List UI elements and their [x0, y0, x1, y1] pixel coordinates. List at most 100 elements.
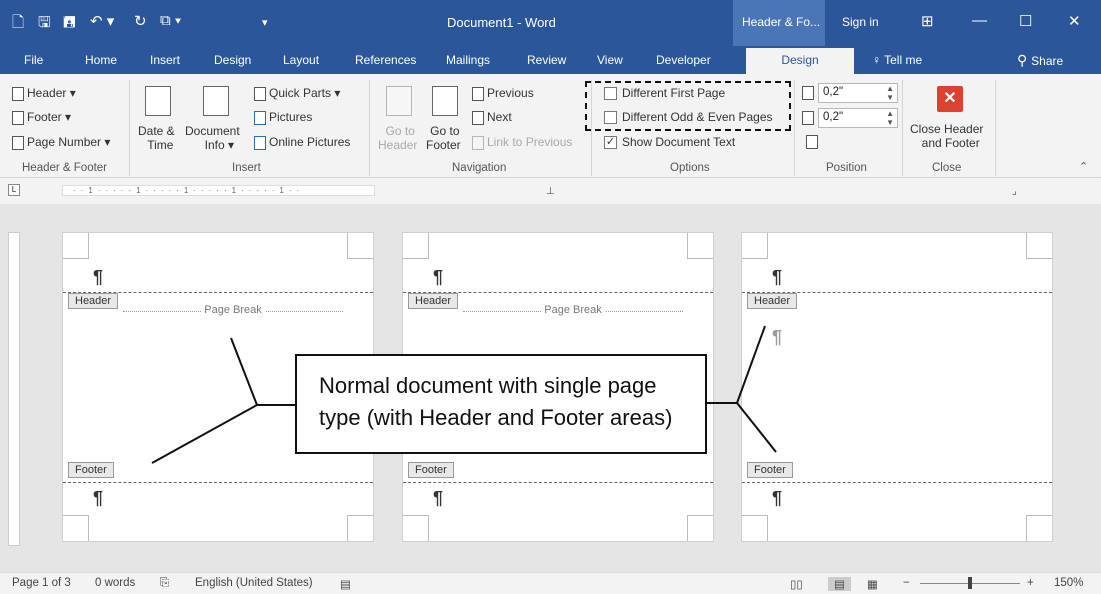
online-pictures-button[interactable]: Online Pictures: [254, 135, 350, 150]
document-info-icon: [203, 86, 229, 116]
tab-references[interactable]: References: [355, 53, 416, 67]
proofing-icon[interactable]: ⎘: [160, 577, 169, 590]
ribbon-divider: [902, 80, 903, 176]
tab-mailings[interactable]: Mailings: [446, 53, 490, 67]
print-layout-icon[interactable]: ▤: [828, 577, 851, 591]
paragraph-mark-icon: ¶: [772, 327, 783, 347]
callout-line-2: type (with Header and Footer areas): [319, 405, 673, 430]
share-button[interactable]: ⚲ Share: [1017, 52, 1063, 69]
insert-alignment-tab-icon[interactable]: [806, 135, 818, 149]
tab-header-footer-design[interactable]: Design: [746, 48, 854, 74]
previous-icon: [472, 86, 484, 101]
margin-corner: [347, 233, 373, 259]
tab-selector-icon[interactable]: L: [8, 184, 20, 196]
margin-corner: [742, 515, 768, 541]
spinner-arrows-icon[interactable]: ▲ ▼: [886, 84, 894, 102]
zoom-level[interactable]: 150%: [1054, 577, 1083, 589]
go-to-footer-button[interactable]: Go to Footer: [426, 124, 461, 152]
touch-mode-icon[interactable]: ⧉ ▾: [160, 12, 181, 29]
margin-corner: [63, 515, 89, 541]
minimize-button[interactable]: —: [972, 12, 987, 29]
close-header-footer-button[interactable]: Close Header and Footer: [910, 122, 983, 150]
tab-view[interactable]: View: [597, 53, 623, 67]
tab-developer[interactable]: Developer: [656, 53, 711, 67]
new-document-icon[interactable]: 🗋: [12, 12, 24, 37]
header-from-top-spinner[interactable]: 0,2" ▲ ▼: [818, 83, 898, 103]
collapse-ribbon-icon[interactable]: ⌃: [1079, 160, 1088, 173]
read-mode-icon[interactable]: ▯▯: [790, 577, 803, 591]
macro-recording-icon[interactable]: ▤: [340, 577, 351, 591]
ribbon-divider: [794, 80, 795, 176]
undo-icon[interactable]: ↶ ▾: [90, 12, 114, 30]
previous-label: Previous: [487, 86, 534, 100]
pictures-button[interactable]: Pictures: [254, 110, 312, 125]
tab-insert[interactable]: Insert: [150, 53, 180, 67]
document-info-label-1: Document: [185, 124, 240, 138]
zoom-in-icon[interactable]: +: [1027, 577, 1034, 589]
footer-tag: Footer: [68, 462, 114, 478]
footer-from-bottom-spinner[interactable]: 0,2" ▲ ▼: [818, 108, 898, 128]
quick-parts-label: Quick Parts ▾: [269, 86, 341, 100]
zoom-slider-thumb[interactable]: [968, 577, 972, 589]
link-to-previous-button[interactable]: Link to Previous: [472, 135, 572, 150]
tab-home[interactable]: Home: [85, 53, 117, 67]
context-tab-label: Header & Fo...: [733, 0, 825, 46]
redo-icon[interactable]: ↻: [134, 12, 147, 30]
save-icon[interactable]: 🖫: [38, 12, 51, 37]
footer-label: Footer ▾: [27, 110, 72, 124]
center-tab-marker-icon[interactable]: ⊥: [546, 186, 555, 197]
page-break-label: Page Break: [201, 304, 265, 316]
next-button[interactable]: Next: [472, 110, 512, 125]
date-time-button[interactable]: Date & Time: [138, 124, 175, 152]
tab-file[interactable]: File: [24, 53, 43, 67]
calendar-icon: [145, 86, 171, 116]
go-to-header-label-2: Header: [378, 138, 418, 152]
document-page[interactable]: ¶ Header ¶ Footer ¶: [741, 232, 1053, 542]
sign-in-link[interactable]: Sign in: [842, 15, 879, 29]
close-button[interactable]: ✕: [1068, 12, 1081, 30]
page-count[interactable]: Page 1 of 3: [12, 577, 71, 589]
tab-design[interactable]: Design: [214, 53, 251, 67]
tell-me-search[interactable]: ♀ Tell me: [872, 53, 922, 67]
ribbon-display-icon[interactable]: ⊞: [921, 12, 934, 30]
title-bar: 🗋 🖫 🖪 ↶ ▾ ↻ ⧉ ▾ ▾ Document1 - Word Heade…: [0, 0, 1101, 46]
page-number-button[interactable]: Page Number ▾: [12, 135, 110, 150]
footer-button[interactable]: Footer ▾: [12, 110, 71, 125]
header-tag: Header: [747, 293, 798, 309]
word-count[interactable]: 0 words: [95, 577, 135, 589]
tab-layout[interactable]: Layout: [283, 53, 319, 67]
link-icon: [472, 135, 484, 150]
quick-parts-button[interactable]: Quick Parts ▾: [254, 86, 340, 101]
margin-corner: [742, 233, 768, 259]
header-tag: Header: [68, 293, 119, 309]
tell-me-label: Tell me: [884, 53, 923, 67]
status-bar: Page 1 of 3 0 words ⎘ English (United St…: [0, 572, 1101, 594]
checkmark-icon: ✓: [604, 136, 617, 150]
margin-corner: [1026, 233, 1052, 259]
go-to-header-button[interactable]: Go to Header: [378, 124, 417, 152]
language-indicator[interactable]: English (United States): [195, 577, 313, 589]
group-close: Close: [932, 162, 962, 174]
previous-button[interactable]: Previous: [472, 86, 534, 101]
maximize-button[interactable]: ☐: [1019, 12, 1032, 30]
spinner-arrows-icon[interactable]: ▲ ▼: [886, 109, 894, 127]
footer-boundary-line: [403, 482, 713, 483]
customize-qat-icon[interactable]: ▾: [262, 16, 268, 29]
save-as-icon[interactable]: 🖪: [63, 12, 76, 37]
zoom-out-icon[interactable]: −: [903, 577, 910, 589]
close-header-footer-icon: ✕: [937, 86, 963, 112]
link-to-previous-label: Link to Previous: [487, 135, 573, 149]
show-document-text-checkbox[interactable]: ✓ Show Document Text: [604, 135, 735, 150]
right-tab-marker-icon[interactable]: ⌟: [1012, 186, 1017, 197]
margin-corner: [403, 515, 429, 541]
header-button[interactable]: Header ▾: [12, 86, 76, 101]
document-info-button[interactable]: Document Info ▾: [185, 124, 240, 152]
header-tag: Header: [408, 293, 459, 309]
window-title: Document1 - Word: [447, 15, 556, 30]
go-to-footer-icon: [432, 86, 458, 116]
web-layout-icon[interactable]: ▦: [867, 577, 878, 591]
tab-review[interactable]: Review: [527, 53, 566, 67]
margin-corner: [687, 515, 713, 541]
page-break-label: Page Break: [541, 304, 605, 316]
pictures-label: Pictures: [269, 110, 313, 124]
